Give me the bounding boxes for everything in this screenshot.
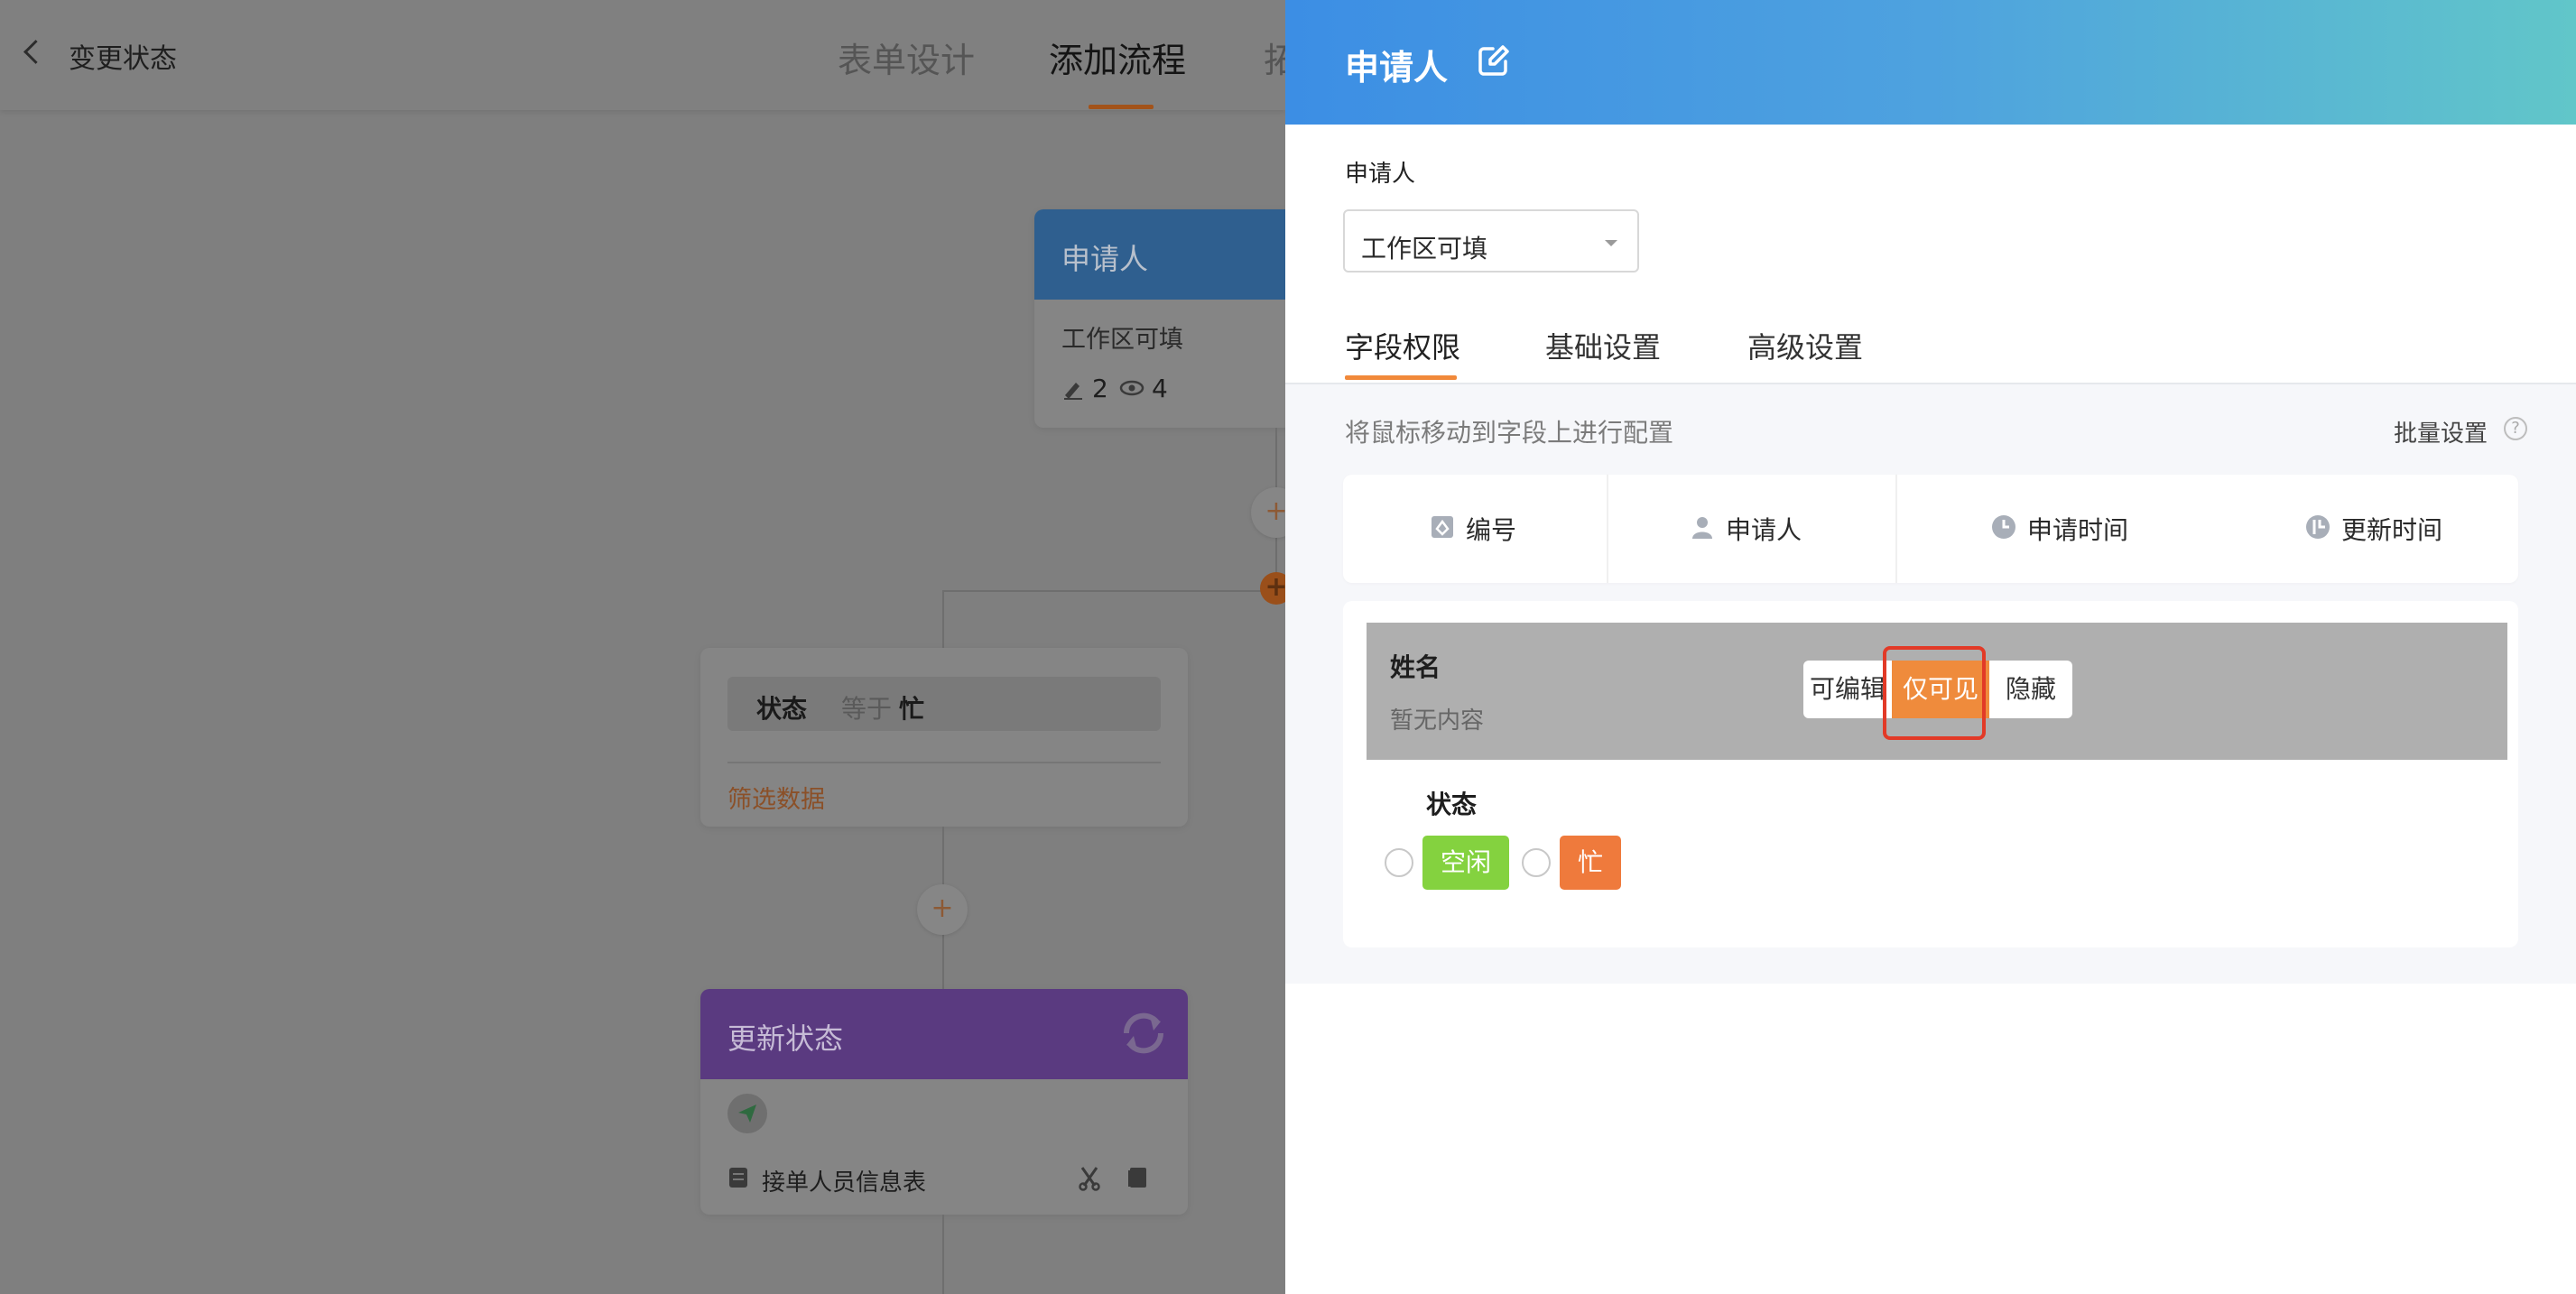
field-empty-value: 暂无内容 xyxy=(1390,707,1485,735)
view-count: 4 xyxy=(1152,374,1168,403)
page-title: 变更状态 xyxy=(69,43,177,75)
id-icon xyxy=(1432,516,1453,538)
tab-field-permissions[interactable]: 字段权限 xyxy=(1345,325,1460,366)
add-branch-button[interactable]: + xyxy=(1260,572,1285,605)
drawer-header: 申请人 xyxy=(1285,0,2576,125)
applicant-select[interactable]: 工作区可填 xyxy=(1343,209,1639,273)
tab-basic-settings[interactable]: 基础设置 xyxy=(1545,325,1661,366)
edit-count: 2 xyxy=(1092,374,1108,403)
radio-idle[interactable] xyxy=(1385,848,1413,877)
active-tab-underline xyxy=(1089,105,1154,109)
node-settings-drawer: 申请人 申请人 工作区可填 字段权限 基础设置 高级设置 将鼠标移动到字段上进行… xyxy=(1285,0,2576,1294)
send-icon-badge xyxy=(727,1094,767,1133)
drawer-title: 申请人 xyxy=(1345,48,1449,88)
update-table-name: 接单人员信息表 xyxy=(762,1169,927,1197)
active-tab-underline xyxy=(1345,375,1457,380)
field-row-name[interactable]: 姓名 暂无内容 可编辑 仅可见 隐藏 xyxy=(1367,623,2507,760)
back-icon[interactable] xyxy=(23,40,48,64)
batch-settings-button[interactable]: 批量设置 xyxy=(2394,415,2488,448)
tab-form-design[interactable]: 表单设计 xyxy=(838,32,975,82)
filter-condition-node[interactable]: 状态 等于 忙 筛选数据 xyxy=(700,648,1188,827)
applicant-node[interactable]: 申请人 工作区可填 2 4 xyxy=(1034,209,1285,428)
applicant-node-header: 申请人 xyxy=(1034,209,1285,300)
condition-operator: 等于 xyxy=(841,694,893,724)
tab-extend[interactable]: 拓 xyxy=(1264,32,1285,82)
connector-line xyxy=(942,1215,944,1294)
branch-line xyxy=(942,590,1276,592)
update-clock-icon xyxy=(2306,515,2330,539)
branch-connector xyxy=(942,590,944,655)
send-icon xyxy=(738,1105,756,1123)
cut-icon[interactable] xyxy=(1078,1166,1101,1191)
configure-hint: 将鼠标移动到字段上进行配置 xyxy=(1345,418,1674,448)
applicant-node-subtitle: 工作区可填 xyxy=(1061,326,1183,354)
form-fields-card: 姓名 暂无内容 可编辑 仅可见 隐藏 状态 空闲 忙 xyxy=(1343,601,2518,947)
system-field-label: 更新时间 xyxy=(2341,515,2443,545)
system-field-label: 编号 xyxy=(1466,515,1517,545)
system-field-label: 申请人 xyxy=(1726,515,1802,545)
applicant-select-value: 工作区可填 xyxy=(1361,234,1488,263)
system-fields-card: 编号 申请人 申请时间 更新时间 xyxy=(1343,475,2518,583)
user-icon xyxy=(1692,517,1712,539)
clock-icon xyxy=(1992,515,2015,539)
edit-title-icon[interactable] xyxy=(1475,43,1511,79)
divider xyxy=(1607,475,1608,583)
edit-count-icon xyxy=(1064,383,1082,400)
radio-busy[interactable] xyxy=(1522,848,1551,877)
condition-field: 状态 xyxy=(756,694,808,724)
eye-icon xyxy=(1119,380,1144,396)
help-icon[interactable]: ? xyxy=(2504,417,2527,440)
option-busy-tag: 忙 xyxy=(1560,836,1621,890)
option-idle-tag: 空闲 xyxy=(1422,836,1509,890)
applicant-field-label: 申请人 xyxy=(1345,161,1416,188)
table-icon xyxy=(729,1168,747,1188)
add-node-button[interactable]: + xyxy=(917,884,968,935)
divider xyxy=(727,762,1161,763)
update-node-header: 更新状态 xyxy=(700,989,1188,1079)
refresh-icon xyxy=(1123,1012,1164,1054)
system-field-label: 申请时间 xyxy=(2027,515,2129,545)
condition-box[interactable]: 状态 等于 忙 xyxy=(727,677,1161,731)
workflow-canvas: 变更状态 表单设计 添加流程 拓 申请人 工作区可填 2 4 + + 状态 等于… xyxy=(0,0,1285,1294)
chevron-down-icon xyxy=(1605,240,1617,246)
permission-editable-button[interactable]: 可编辑 xyxy=(1803,661,1892,718)
applicant-node-title: 申请人 xyxy=(1061,242,1149,276)
field-status-label: 状态 xyxy=(1426,790,1478,819)
tab-add-process[interactable]: 添加流程 xyxy=(1049,32,1186,82)
update-node-title: 更新状态 xyxy=(727,1021,844,1056)
condition-value: 忙 xyxy=(899,694,925,724)
tab-advanced-settings[interactable]: 高级设置 xyxy=(1747,325,1863,366)
filter-data-link[interactable]: 筛选数据 xyxy=(727,780,825,815)
update-status-node[interactable]: 更新状态 接单人员信息表 xyxy=(700,989,1188,1215)
divider xyxy=(1895,475,1897,583)
add-node-button[interactable]: + xyxy=(1251,487,1285,538)
top-navigation-bar: 变更状态 表单设计 添加流程 拓 xyxy=(0,0,1285,110)
field-name-label: 姓名 xyxy=(1390,652,1441,682)
highlight-box xyxy=(1883,646,1986,740)
permission-hidden-button[interactable]: 隐藏 xyxy=(1989,661,2072,718)
copy-icon[interactable] xyxy=(1126,1166,1148,1189)
